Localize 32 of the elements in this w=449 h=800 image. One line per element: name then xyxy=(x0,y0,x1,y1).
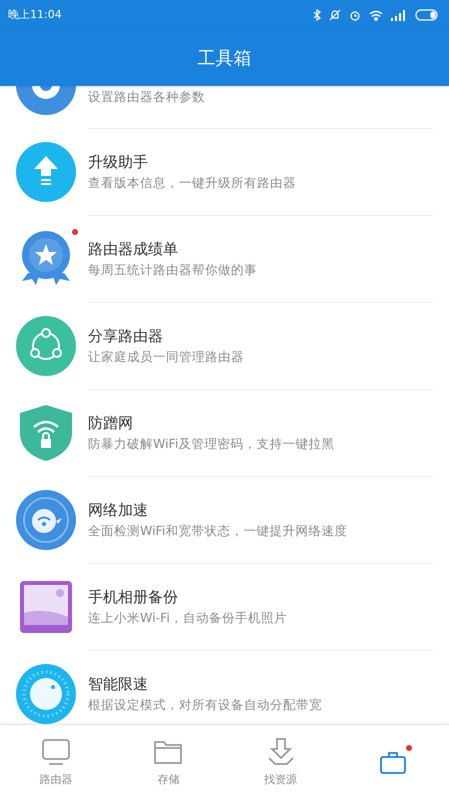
share-icon xyxy=(16,316,76,376)
tool-item[interactable]: 升级助手 查看版本信息，一键升级所有路由器 xyxy=(0,128,449,215)
tool-item[interactable]: 路由器成绩单 每周五统计路由器帮你做的事 xyxy=(0,215,449,302)
tool-item[interactable]: 分享路由器 让家庭成员一同管理路由器 xyxy=(0,302,449,389)
tool-description: 全面检测WiFi和宽带状态，一键提升网络速度 xyxy=(88,522,348,540)
bluetooth-icon xyxy=(313,9,321,21)
tool-title: 防蹭网 xyxy=(88,413,134,434)
speed-limit-icon xyxy=(16,664,76,724)
tool-description: 设置路由器各种参数 xyxy=(88,88,206,106)
signal-icon xyxy=(391,10,407,20)
wifi-icon xyxy=(369,10,383,20)
alarm-icon xyxy=(349,9,361,21)
tool-title: 手机相册备份 xyxy=(88,587,179,608)
tool-item[interactable]: 防蹭网 防暴力破解WiFi及管理密码，支持一键拉黑 xyxy=(0,389,449,476)
tool-title: 网络加速 xyxy=(88,500,149,521)
bell-off-icon xyxy=(329,9,341,21)
tool-title: 分享路由器 xyxy=(88,326,164,347)
tool-item[interactable]: 手机相册备份 连上小米Wi-Fi，自动备份手机照片 xyxy=(0,563,449,650)
tool-description: 连上小米Wi-Fi，自动备份手机照片 xyxy=(88,609,288,627)
tool-description: 每周五统计路由器帮你做的事 xyxy=(88,261,258,279)
header-title: 工具箱 xyxy=(198,46,252,70)
tool-description: 查看版本信息，一键升级所有路由器 xyxy=(88,174,297,192)
arrow-up-icon xyxy=(16,142,76,202)
status-time: 晚上11:04 xyxy=(8,6,62,23)
tool-description: 防暴力破解WiFi及管理密码，支持一键拉黑 xyxy=(88,435,336,453)
tool-item[interactable]: 网络加速 全面检测WiFi和宽带状态，一键提升网络速度 xyxy=(0,476,449,563)
tool-description: 根据设定模式，对所有设备自动分配带宽 xyxy=(88,696,323,714)
tool-description: 让家庭成员一同管理路由器 xyxy=(88,348,245,366)
tool-title: 路由器成绩单 xyxy=(88,239,179,260)
tool-title: 升级助手 xyxy=(88,152,149,173)
wifi-speed-icon xyxy=(16,490,76,550)
tool-title: 智能限速 xyxy=(88,674,149,695)
